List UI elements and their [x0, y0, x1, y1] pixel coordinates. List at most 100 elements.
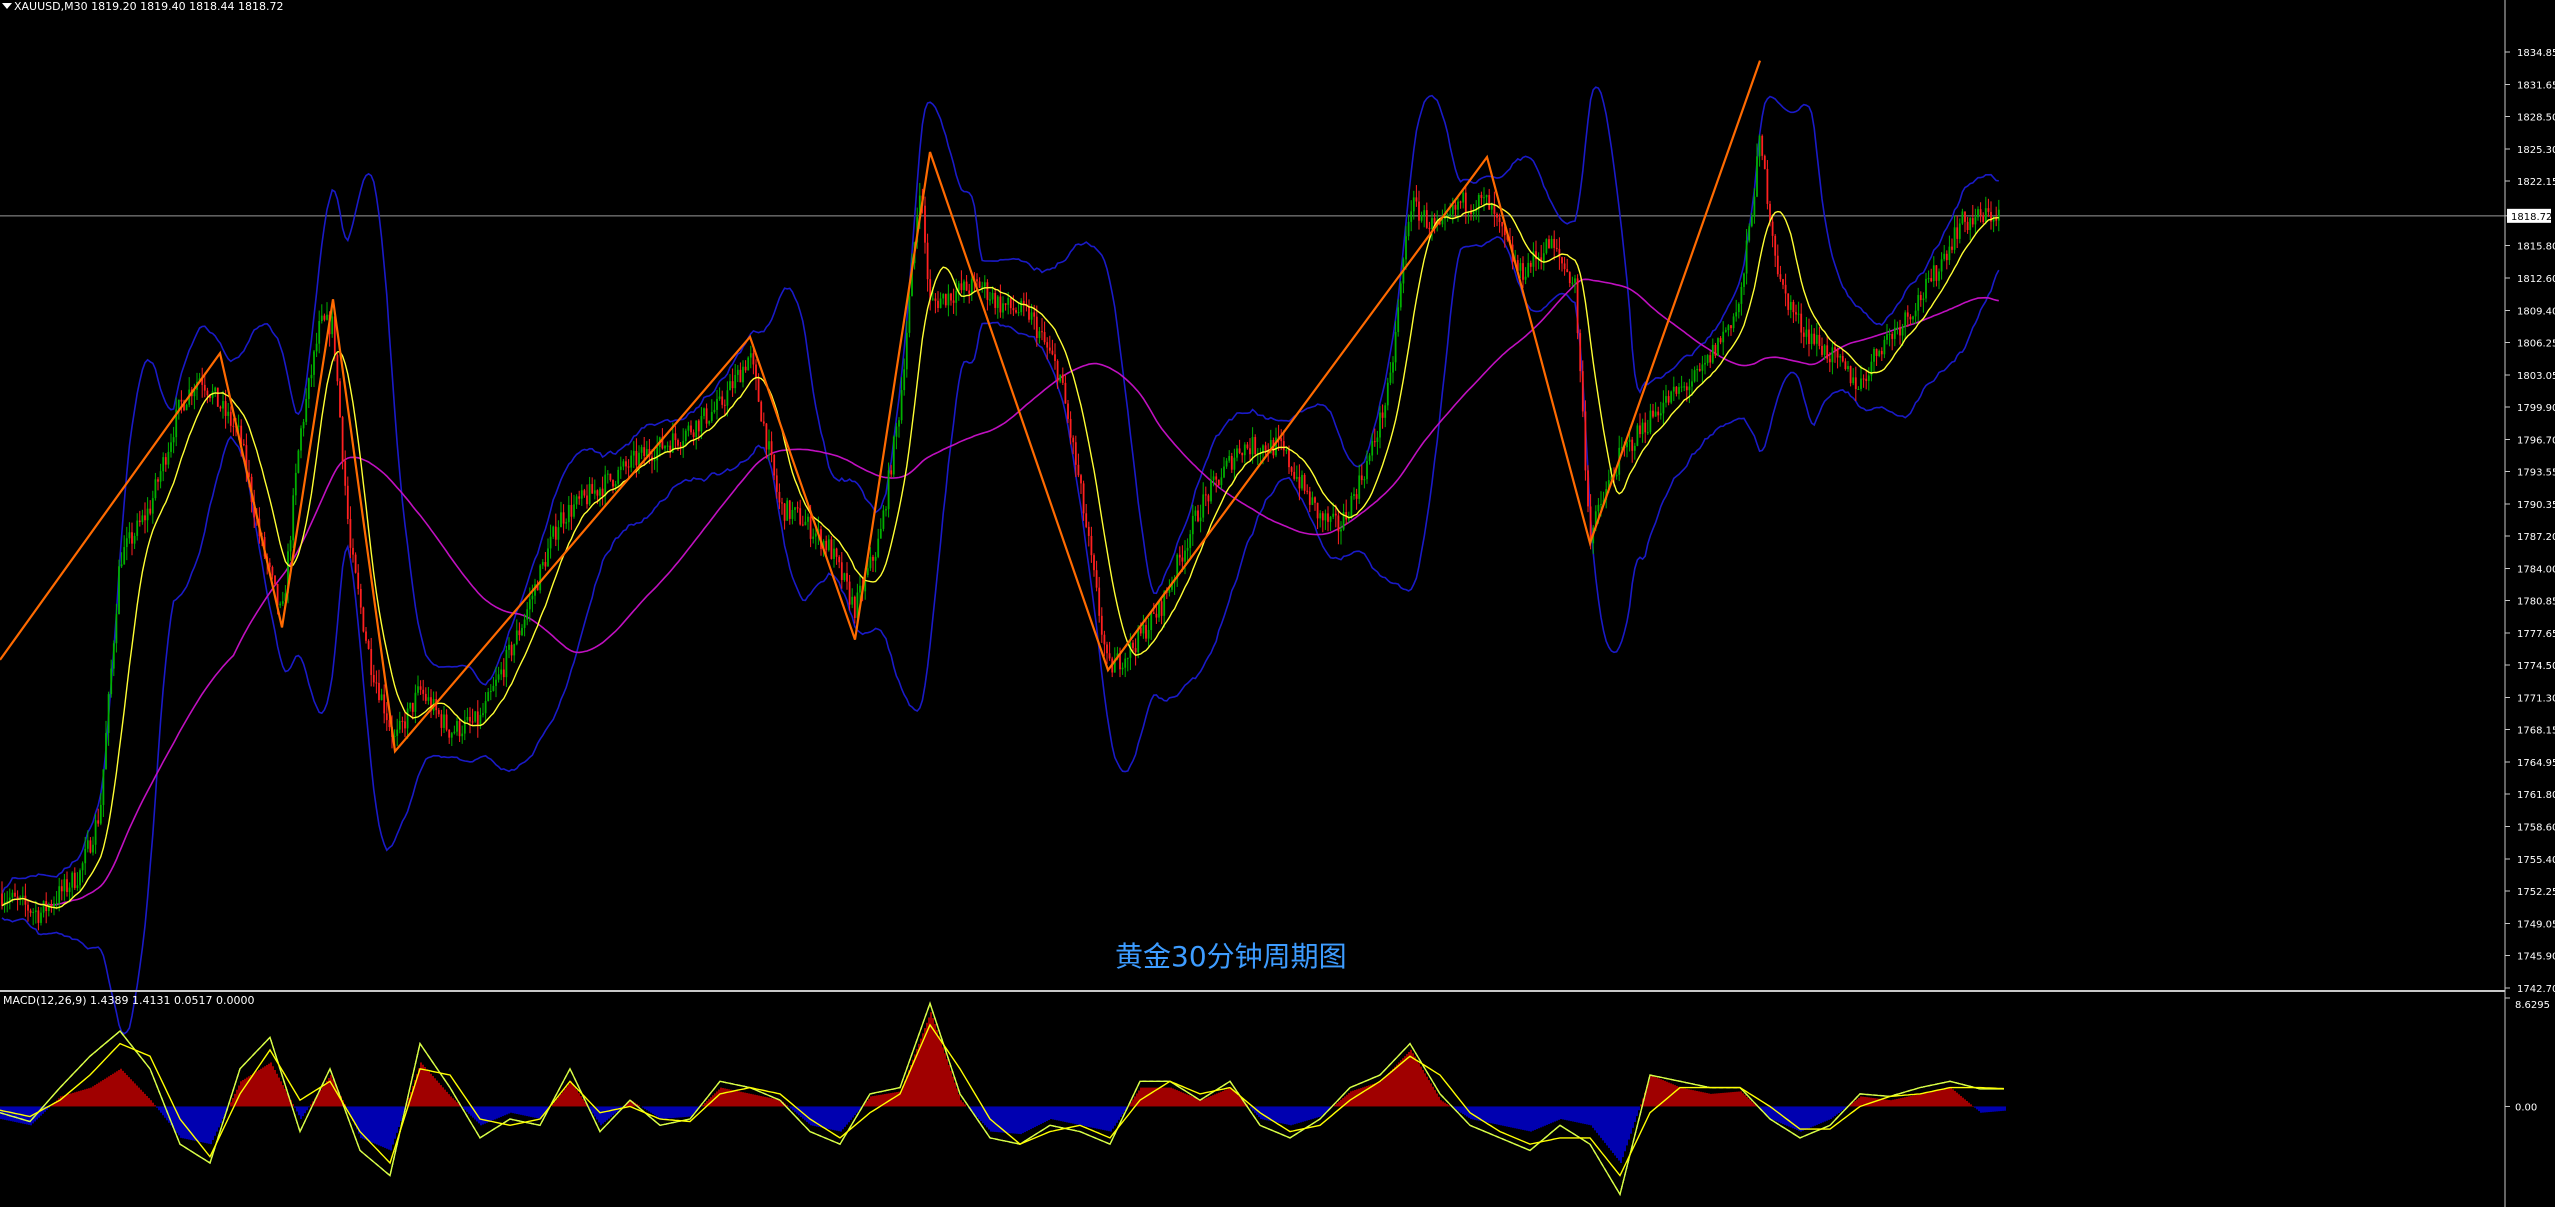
macd-bar	[400, 1106, 402, 1122]
macd-bar	[94, 1085, 96, 1107]
macd-bar	[606, 1106, 608, 1121]
macd-bar	[1826, 1106, 1828, 1121]
macd-bar	[1518, 1106, 1520, 1130]
macd-pane	[0, 1001, 2006, 1197]
macd-bar	[1692, 1090, 1694, 1107]
candle-body	[1204, 494, 1207, 496]
candle-body	[86, 840, 89, 849]
macd-bar	[232, 1098, 234, 1107]
macd-bar	[1552, 1106, 1554, 1123]
price-tick-label: 1742.70	[2517, 984, 2555, 995]
chart-menu-arrow-icon[interactable]	[2, 3, 12, 9]
macd-bar	[820, 1106, 822, 1128]
macd-bar	[1378, 1081, 1380, 1107]
candle-body	[835, 548, 838, 557]
candle-body	[1412, 197, 1415, 212]
macd-bar	[874, 1095, 876, 1107]
candle-body	[1966, 221, 1969, 230]
macd-bar	[100, 1081, 102, 1107]
candle-body	[1649, 410, 1652, 433]
candle-body	[682, 441, 685, 447]
candle-body	[887, 470, 890, 510]
macd-bar	[1226, 1089, 1228, 1107]
candle-body	[383, 694, 386, 714]
candle-body	[237, 425, 240, 427]
macd-bar	[120, 1068, 122, 1107]
candle-body	[138, 520, 141, 523]
candle-body	[1961, 211, 1964, 224]
candle-body	[1236, 448, 1238, 458]
macd-bar	[1876, 1098, 1878, 1107]
candle-body	[908, 296, 911, 333]
candle-body	[40, 912, 42, 923]
candle-body	[154, 479, 157, 499]
candle-body	[1704, 362, 1706, 365]
candle-body	[513, 644, 516, 656]
macd-bar	[1542, 1106, 1544, 1127]
macd-bar	[950, 1070, 952, 1107]
macd-bar	[370, 1106, 372, 1143]
candle-body	[214, 387, 217, 392]
macd-bar	[110, 1075, 112, 1107]
candle-body	[903, 369, 906, 391]
candle-body	[1938, 271, 1940, 281]
macd-bar	[1096, 1106, 1098, 1129]
candle-body	[1904, 312, 1907, 327]
macd-bar	[1514, 1106, 1516, 1129]
macd-bar	[1538, 1106, 1540, 1129]
macd-bar	[1376, 1082, 1378, 1107]
macd-bar	[672, 1106, 674, 1119]
candle-body	[939, 298, 942, 308]
candle-body	[1303, 474, 1306, 491]
macd-bar	[1606, 1106, 1608, 1146]
candle-body	[409, 702, 412, 709]
candle-body	[528, 599, 531, 610]
macd-bar	[1784, 1106, 1786, 1125]
macd-bar	[524, 1106, 526, 1116]
candle-body	[1454, 204, 1457, 210]
candle-body	[1722, 331, 1725, 343]
macd-bar	[114, 1072, 116, 1107]
candle-body	[1215, 476, 1218, 480]
candle-body	[1290, 467, 1293, 472]
macd-bar	[600, 1106, 602, 1126]
macd-bar	[658, 1106, 660, 1118]
candle-body	[799, 508, 802, 525]
macd-bar	[722, 1088, 724, 1107]
candle-body	[1987, 208, 1990, 212]
candle-body	[679, 445, 682, 447]
macd-bar	[824, 1106, 826, 1129]
macd-bar	[1548, 1106, 1550, 1125]
macd-bar	[1528, 1106, 1530, 1132]
macd-bar	[582, 1098, 584, 1107]
macd-bar	[456, 1102, 458, 1107]
macd-bar	[1910, 1095, 1912, 1107]
candle-body	[1802, 332, 1805, 337]
macd-bar	[1502, 1106, 1504, 1126]
slow-ma-line	[1, 278, 1999, 907]
macd-bar	[650, 1106, 652, 1113]
candle-body	[1472, 211, 1475, 214]
candle-body	[242, 443, 245, 446]
candle-body	[965, 281, 968, 291]
candle-body	[1243, 444, 1246, 456]
candle-body	[1106, 644, 1108, 654]
macd-bar	[1564, 1106, 1566, 1120]
macd-bar	[682, 1106, 684, 1118]
macd-bar	[1684, 1088, 1686, 1107]
candle-body	[1698, 368, 1701, 371]
candle-body	[978, 281, 981, 288]
macd-bar	[1702, 1092, 1704, 1107]
macd-bar	[1282, 1106, 1284, 1124]
candle-body	[1761, 135, 1764, 156]
macd-bar	[772, 1098, 774, 1107]
macd-bar	[1544, 1106, 1546, 1126]
macd-bar	[556, 1098, 558, 1107]
price-tick-label: 1761.80	[2517, 790, 2555, 801]
candle-body	[1282, 441, 1285, 451]
candle-body	[1246, 444, 1249, 449]
macd-bar	[522, 1106, 524, 1116]
macd-bar	[1830, 1106, 1832, 1120]
macd-bar	[1584, 1106, 1586, 1125]
candle-body	[1007, 298, 1010, 305]
